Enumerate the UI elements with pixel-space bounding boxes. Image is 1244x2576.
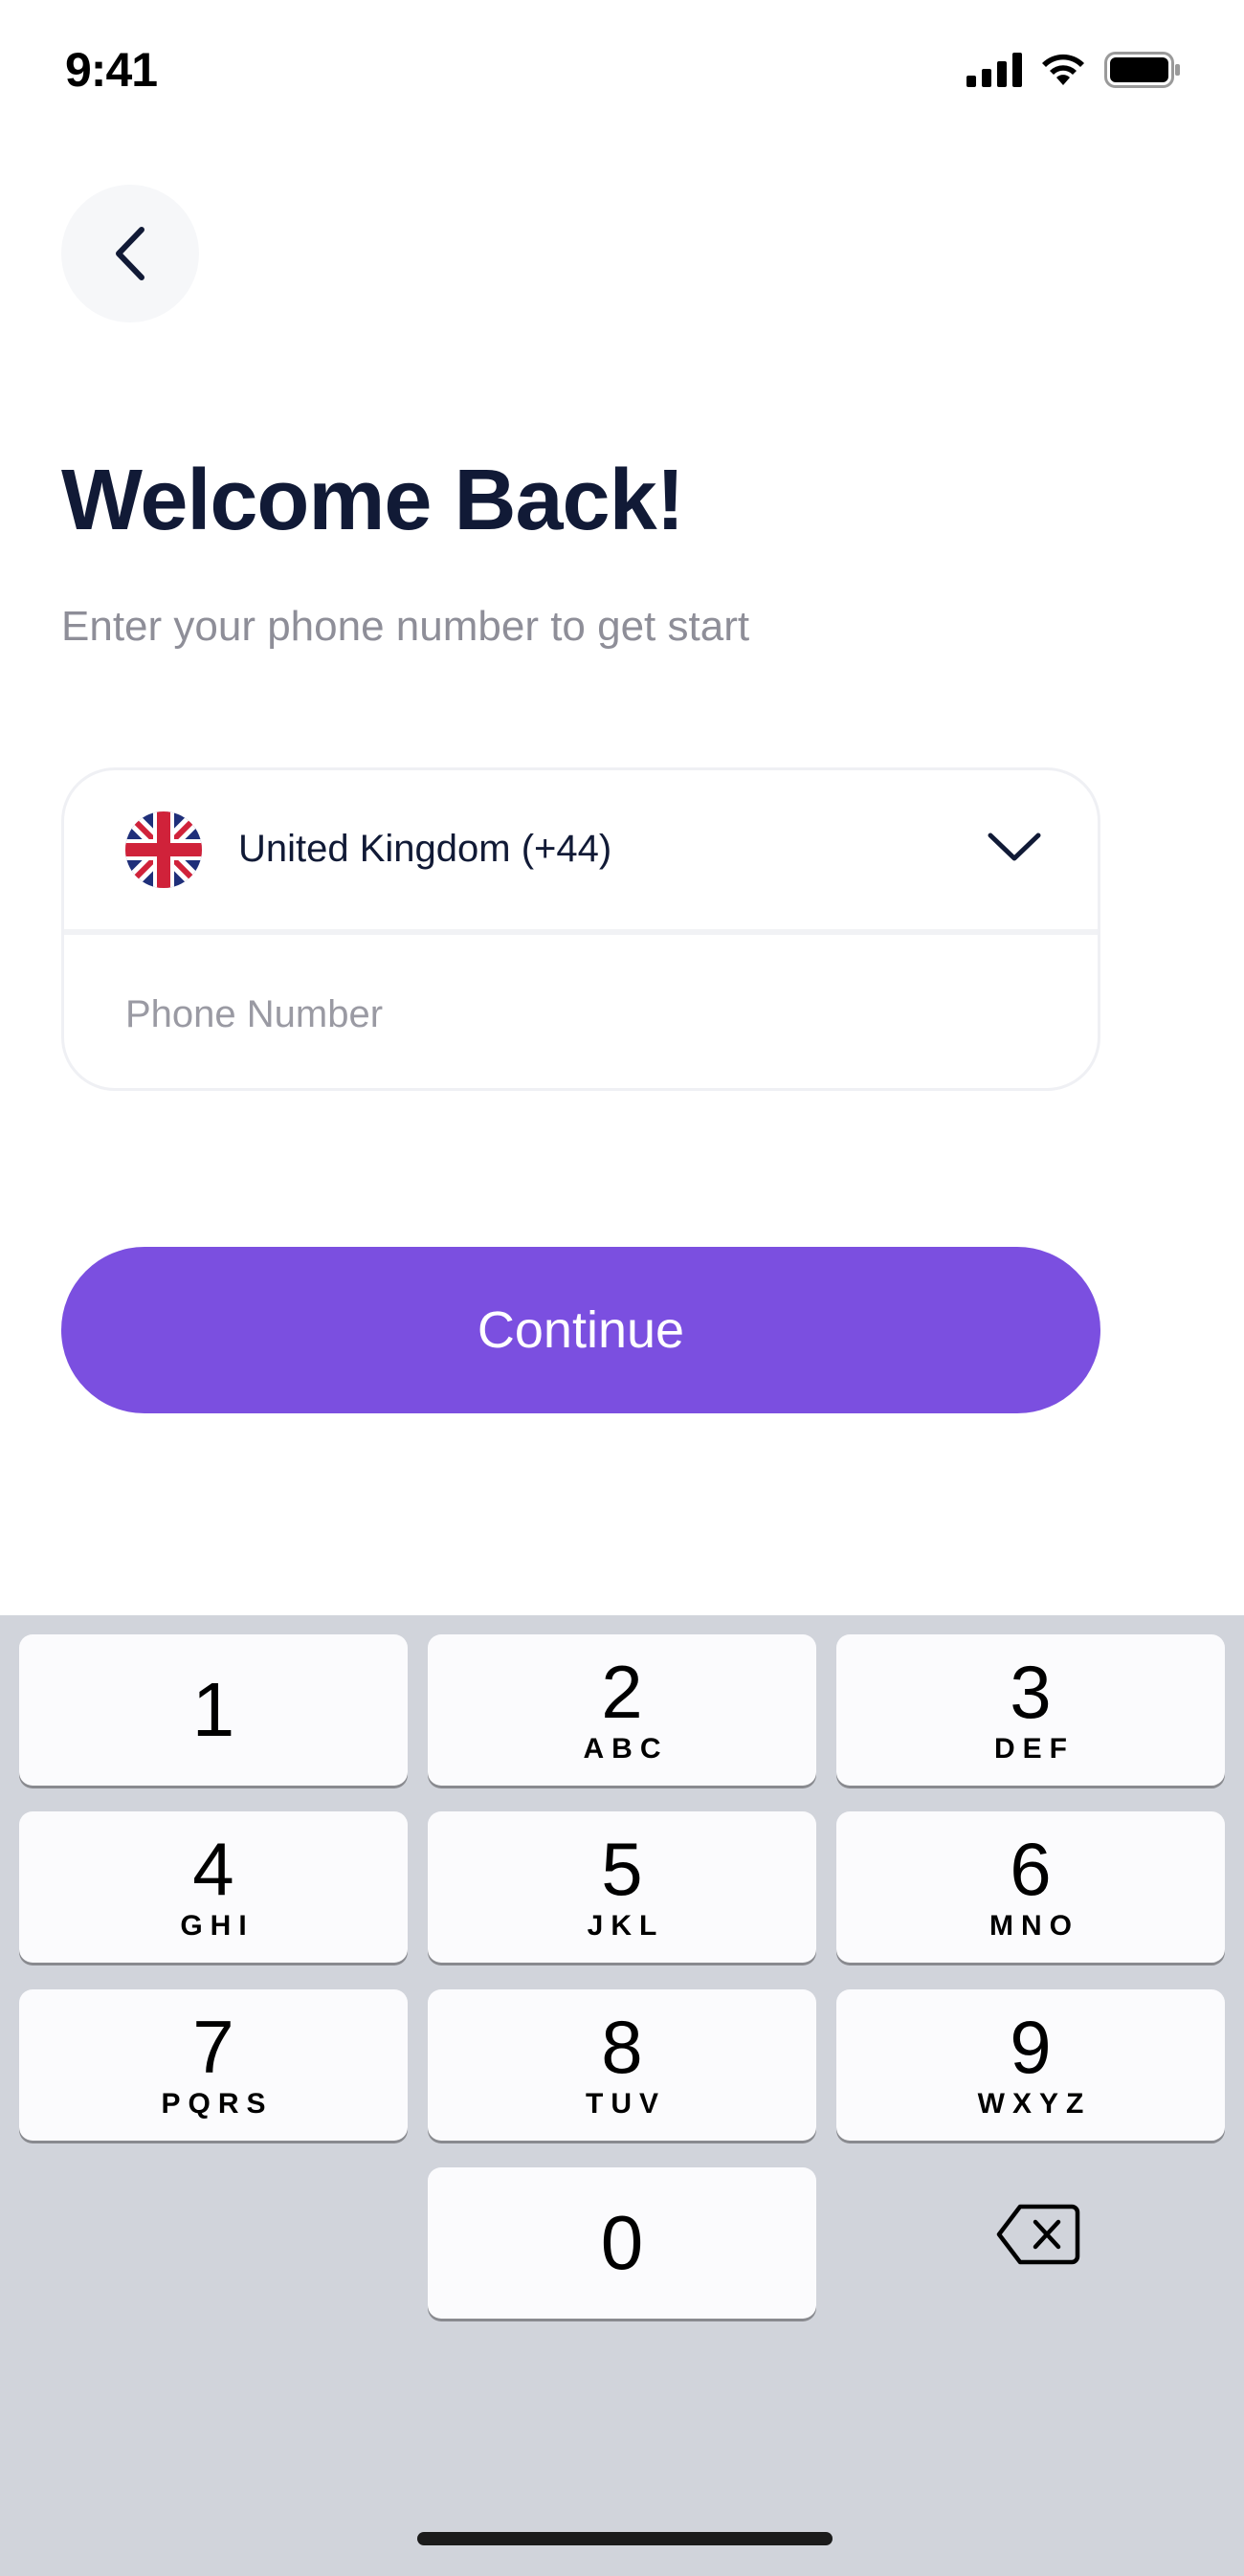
key-number: 5 [601, 1827, 643, 1911]
wifi-icon [1042, 54, 1084, 85]
numeric-keyboard: 1 2 ABC 3 DEF 4 GHI 5 JKL 6 MNO 7 PQRS 8… [0, 1615, 1244, 2576]
key-number: 4 [192, 1827, 234, 1911]
key-6[interactable]: 6 MNO [836, 1811, 1225, 1963]
key-3[interactable]: 3 DEF [836, 1634, 1225, 1786]
key-letters: TUV [586, 2088, 666, 2120]
key-letters: WXYZ [977, 2088, 1092, 2120]
phone-number-input[interactable] [64, 935, 1098, 1088]
key-letters: ABC [583, 1733, 669, 1765]
key-7[interactable]: 7 PQRS [19, 1989, 408, 2141]
key-number: 8 [601, 2005, 643, 2089]
phone-form-card: United Kingdom (+44) [61, 767, 1100, 1091]
key-letters: DEF [994, 1733, 1075, 1765]
page-subtitle: Enter your phone number to get start [61, 603, 750, 650]
key-letters: GHI [180, 1910, 255, 1942]
key-letters: PQRS [161, 2088, 274, 2120]
page-title: Welcome Back! [61, 453, 685, 548]
country-selector[interactable]: United Kingdom (+44) [64, 770, 1098, 929]
back-button[interactable] [61, 185, 199, 322]
uk-flag-icon [125, 811, 202, 888]
key-letters: JKL [587, 1910, 665, 1942]
key-number: 0 [600, 2200, 644, 2285]
backspace-icon[interactable] [995, 2203, 1081, 2266]
continue-button[interactable]: Continue [61, 1247, 1100, 1413]
key-2[interactable]: 2 ABC [428, 1634, 816, 1786]
key-number: 7 [192, 2005, 234, 2089]
key-4[interactable]: 4 GHI [19, 1811, 408, 1963]
status-icons [966, 52, 1181, 88]
key-number: 9 [1010, 2005, 1052, 2089]
key-0[interactable]: 0 [428, 2167, 816, 2319]
key-8[interactable]: 8 TUV [428, 1989, 816, 2141]
key-number: 6 [1010, 1827, 1052, 1911]
chevron-down-icon [988, 833, 1041, 861]
cellular-signal-icon [966, 53, 1022, 87]
key-letters: MNO [989, 1910, 1079, 1942]
key-1[interactable]: 1 [19, 1634, 408, 1786]
login-screen: 9:41 Welcome Back! Enter your phone numb… [0, 0, 1244, 2576]
key-number: 1 [191, 1667, 235, 1752]
key-number: 2 [601, 1650, 643, 1734]
key-5[interactable]: 5 JKL [428, 1811, 816, 1963]
key-number: 3 [1010, 1650, 1052, 1734]
battery-icon [1104, 52, 1180, 88]
chevron-left-icon [116, 227, 144, 280]
status-time: 9:41 [65, 43, 158, 97]
home-indicator [417, 2532, 833, 2545]
key-9[interactable]: 9 WXYZ [836, 1989, 1225, 2141]
country-label: United Kingdom (+44) [238, 828, 612, 870]
